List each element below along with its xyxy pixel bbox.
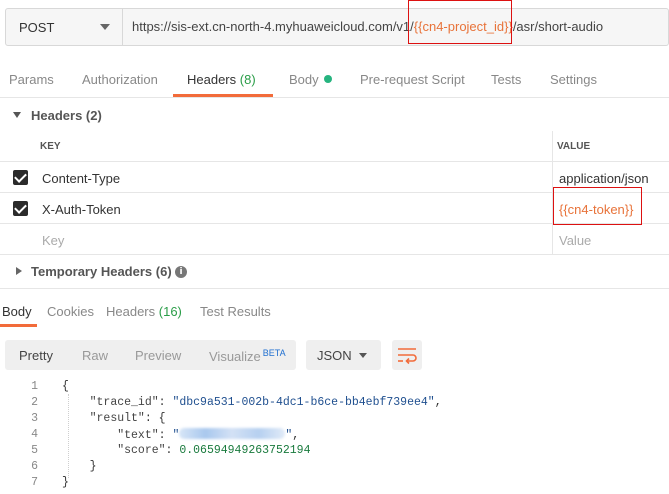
tab-settings[interactable]: Settings — [550, 72, 597, 87]
json-key: "trace_id" — [89, 396, 159, 409]
format-visualize[interactable]: Visualize BETA — [209, 348, 286, 364]
json-inner-close: } — [89, 460, 97, 473]
column-header-key: KEY — [40, 141, 61, 152]
headers-section-title[interactable]: Headers (2) — [31, 108, 102, 123]
language-select[interactable]: JSON — [306, 340, 381, 370]
blurred-text-value — [179, 428, 286, 439]
tab-headers[interactable]: Headers (8) — [187, 72, 256, 87]
line-number: 7 — [31, 476, 38, 489]
code-line: "text": " ", — [117, 428, 300, 442]
tab-body[interactable]: Body — [289, 72, 332, 87]
format-preview[interactable]: Preview — [135, 348, 181, 363]
column-header-value: VALUE — [557, 141, 591, 152]
url-input[interactable]: https://sis-ext.cn-north-4.myhuaweicloud… — [132, 19, 603, 34]
line-number: 6 — [31, 460, 38, 473]
new-value-input[interactable]: Value — [559, 233, 591, 248]
line-number: 2 — [31, 396, 38, 409]
header-value[interactable]: application/json — [559, 171, 649, 186]
checkbox-checked[interactable] — [13, 201, 28, 216]
response-tab-cookies[interactable]: Cookies — [47, 304, 94, 319]
response-tab-test-results[interactable]: Test Results — [200, 304, 271, 319]
format-raw[interactable]: Raw — [82, 348, 108, 363]
response-tab-headers-label: Headers — [106, 304, 156, 319]
response-tab-body[interactable]: Body — [2, 304, 32, 319]
line-number: 4 — [31, 428, 38, 441]
url-suffix: /asr/short-audio — [512, 19, 604, 34]
code-line: "result": { — [89, 412, 166, 425]
chevron-down-icon — [359, 353, 367, 358]
wrap-lines-icon — [398, 348, 417, 365]
header-key[interactable]: X-Auth-Token — [42, 202, 121, 217]
wrap-lines-button[interactable] — [392, 340, 422, 370]
json-key: "score" — [117, 444, 166, 457]
format-visualize-label: Visualize — [209, 349, 261, 364]
active-response-tab-indicator — [0, 324, 37, 327]
tab-authorization[interactable]: Authorization — [82, 72, 158, 87]
collapse-triangle-icon[interactable] — [13, 112, 21, 118]
method-select[interactable]: POST — [6, 9, 123, 45]
divider — [0, 288, 669, 289]
language-label: JSON — [317, 348, 352, 363]
highlight-box-project-id — [408, 0, 512, 44]
tab-params[interactable]: Params — [9, 72, 54, 87]
column-divider — [552, 224, 553, 254]
table-header-row: KEY VALUE — [0, 131, 669, 162]
line-number: 3 — [31, 412, 38, 425]
request-tabs: Params Authorization Headers (8) Body Pr… — [0, 62, 669, 97]
line-number: 5 — [31, 444, 38, 457]
json-number-value: 0.06594949263752194 — [179, 444, 311, 457]
json-string-value: "dbc9a531-002b-4dc1-b6ce-bb4ebf739ee4" — [172, 396, 435, 409]
code-line: "trace_id": "dbc9a531-002b-4dc1-b6ce-bb4… — [89, 396, 442, 409]
status-dot-icon — [323, 75, 332, 83]
tab-body-label: Body — [289, 72, 319, 87]
url-bar: POST https://sis-ext.cn-north-4.myhuawei… — [5, 8, 669, 46]
url-prefix: https://sis-ext.cn-north-4.myhuaweicloud… — [132, 19, 414, 34]
line-number: 1 — [31, 380, 38, 393]
code-line: } — [62, 460, 97, 473]
temporary-headers-title[interactable]: Temporary Headers (6) — [31, 264, 172, 279]
chevron-down-icon — [100, 24, 110, 30]
code-line: } — [62, 476, 69, 489]
json-key: "text" — [117, 429, 159, 442]
highlight-box-token — [553, 187, 642, 225]
response-tab-headers[interactable]: Headers (16) — [106, 304, 182, 319]
checkbox-checked[interactable] — [13, 170, 28, 185]
code-line: "score": 0.06594949263752194 — [117, 444, 311, 457]
format-pretty[interactable]: Pretty — [19, 348, 53, 363]
header-key[interactable]: Content-Type — [42, 171, 120, 186]
tab-headers-label: Headers — [187, 72, 237, 87]
new-key-input[interactable]: Key — [42, 233, 64, 248]
column-divider — [552, 131, 553, 161]
expand-triangle-icon[interactable] — [16, 267, 22, 275]
format-selector: Pretty Raw Preview Visualize BETA — [5, 340, 296, 370]
beta-badge: BETA — [262, 348, 286, 358]
tab-prerequest-script[interactable]: Pre-request Script — [360, 72, 465, 87]
divider — [0, 97, 669, 98]
info-icon[interactable]: i — [175, 266, 187, 278]
tab-tests[interactable]: Tests — [491, 72, 521, 87]
response-tab-headers-count: (16) — [158, 304, 182, 319]
code-line: { — [62, 380, 69, 393]
tab-headers-count: (8) — [239, 72, 256, 87]
method-label: POST — [19, 20, 55, 35]
json-key: "result" — [89, 412, 145, 425]
table-row-new: Key Value — [0, 224, 669, 255]
